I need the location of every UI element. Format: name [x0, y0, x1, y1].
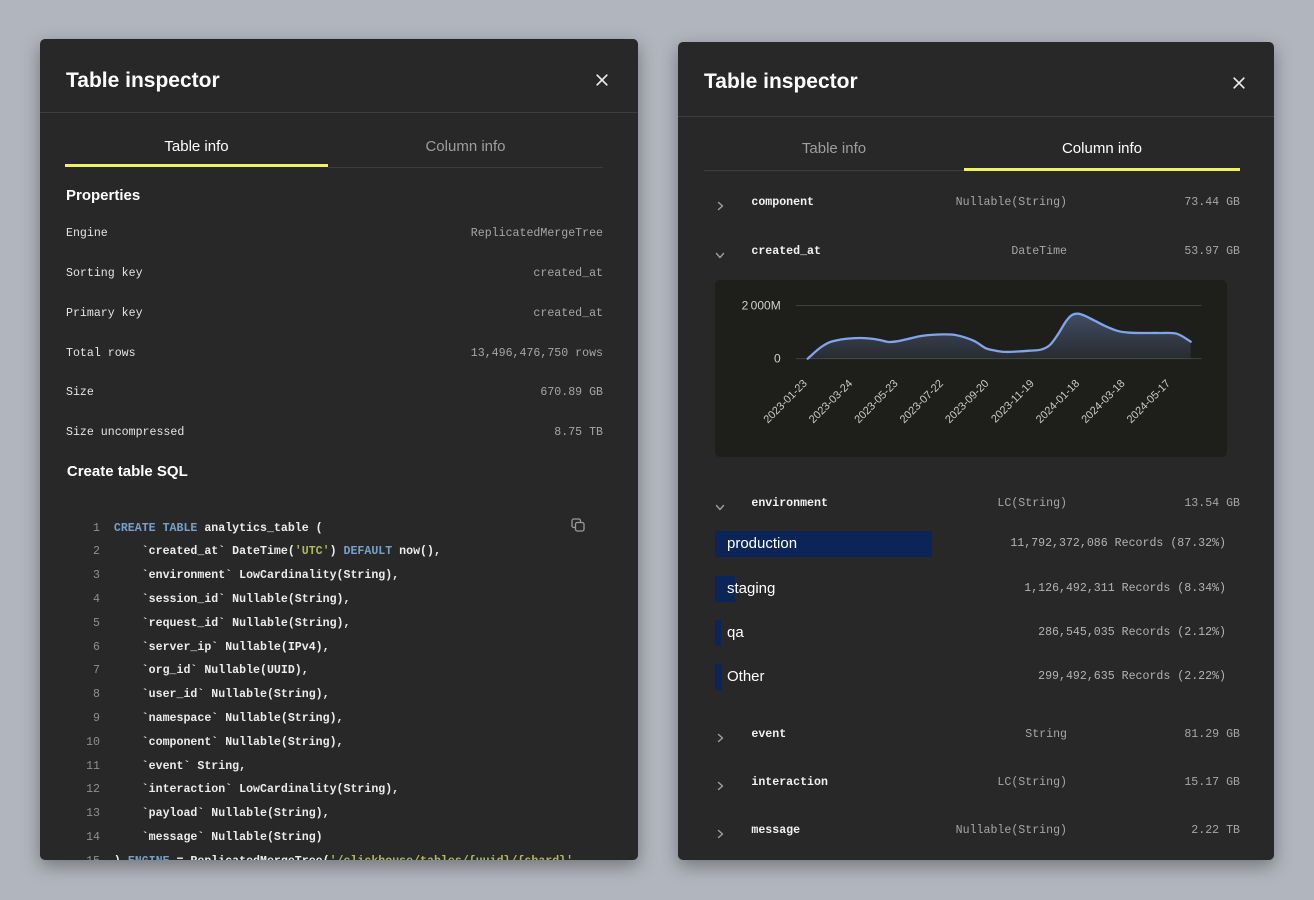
svg-text:2023-07-22: 2023-07-22 [898, 378, 946, 426]
svg-text:2 000M: 2 000M [742, 299, 781, 313]
svg-text:2023-09-20: 2023-09-20 [943, 378, 991, 426]
svg-text:2023-05-23: 2023-05-23 [853, 378, 901, 426]
svg-text:2023-01-23: 2023-01-23 [762, 378, 810, 426]
svg-text:2024-03-18: 2024-03-18 [1080, 378, 1128, 426]
svg-text:2023-03-24: 2023-03-24 [807, 378, 855, 426]
svg-text:2024-05-17: 2024-05-17 [1125, 378, 1173, 426]
svg-text:2024-01-18: 2024-01-18 [1034, 378, 1082, 426]
svg-text:2023-11-19: 2023-11-19 [989, 378, 1037, 426]
svg-text:0: 0 [774, 352, 781, 366]
